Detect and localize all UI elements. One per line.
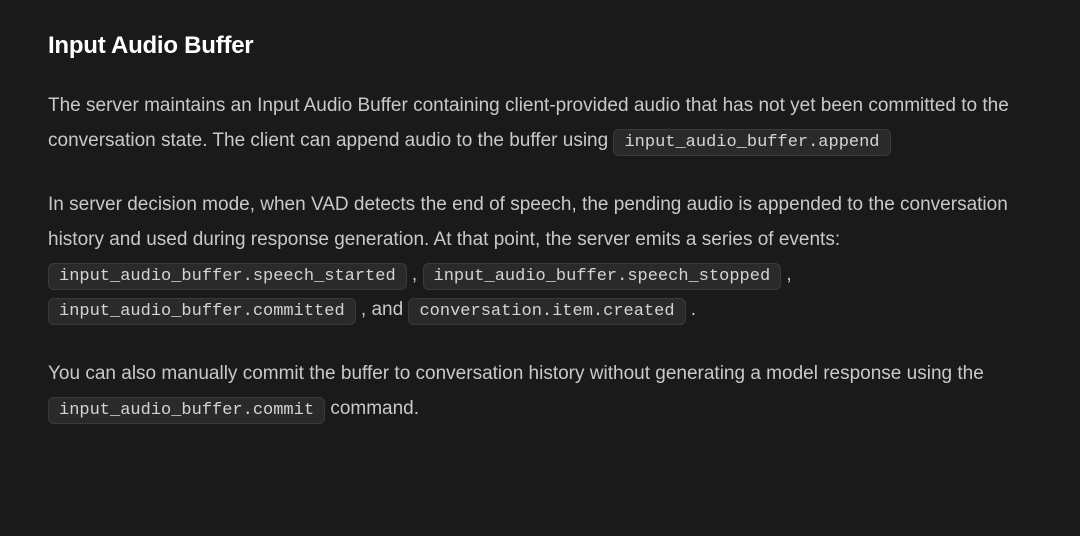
inline-code-item-created: conversation.item.created [408, 298, 685, 325]
inline-code-speech-started: input_audio_buffer.speech_started [48, 263, 407, 290]
inline-code-append: input_audio_buffer.append [613, 129, 890, 156]
para2-text: In server decision mode, when VAD detect… [48, 194, 1008, 250]
inline-code-committed: input_audio_buffer.committed [48, 298, 356, 325]
paragraph-3: You can also manually commit the buffer … [48, 356, 1032, 427]
para3-text-after: command. [330, 398, 419, 419]
para3-text-before: You can also manually commit the buffer … [48, 363, 984, 384]
paragraph-2: In server decision mode, when VAD detect… [48, 187, 1032, 328]
paragraph-1: The server maintains an Input Audio Buff… [48, 88, 1032, 159]
sep: , [781, 264, 792, 285]
inline-code-speech-stopped: input_audio_buffer.speech_stopped [423, 263, 782, 290]
section-heading: Input Audio Buffer [48, 32, 1032, 60]
sep: . [686, 299, 697, 320]
inline-code-commit: input_audio_buffer.commit [48, 397, 325, 424]
sep: , [407, 264, 423, 285]
sep: , and [356, 299, 409, 320]
